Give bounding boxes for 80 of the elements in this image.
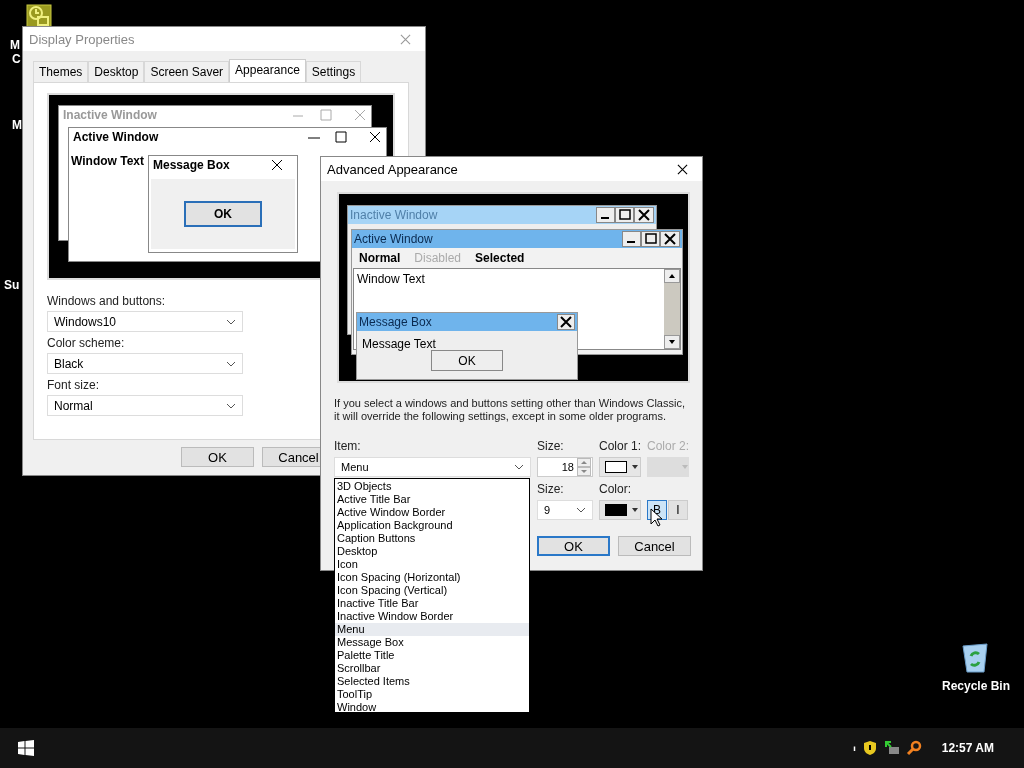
cancel-button[interactable]: Cancel — [618, 536, 691, 556]
field-label: Item: — [334, 439, 361, 453]
window-title: Message Box — [359, 315, 432, 329]
tab[interactable]: Settings — [305, 61, 362, 82]
window-title: Message Box — [153, 158, 230, 172]
shield-icon[interactable] — [861, 740, 878, 756]
tab[interactable]: Screen Saver — [144, 61, 230, 82]
color-picker[interactable] — [599, 500, 641, 520]
list-item[interactable]: Icon Spacing (Horizontal) — [335, 571, 529, 584]
list-item[interactable]: Menu — [335, 623, 529, 636]
list-item[interactable]: ToolTip — [335, 688, 529, 701]
windows-logo-icon[interactable] — [18, 740, 34, 756]
recycle-bin-icon[interactable] — [960, 642, 990, 674]
ok-button[interactable]: OK — [184, 201, 262, 227]
chevron-icon — [226, 360, 236, 367]
window-title: Advanced Appearance — [327, 161, 458, 177]
list-item[interactable]: Desktop — [335, 545, 529, 558]
list-item[interactable]: Inactive Window Border — [335, 610, 529, 623]
field-label: Color: — [599, 482, 632, 496]
desktop-icon-label: Su — [4, 278, 20, 292]
tab[interactable]: Desktop — [88, 61, 145, 82]
field-label: Windows and buttons: — [47, 294, 166, 308]
field-label: Size: — [537, 439, 565, 453]
dropdown[interactable]: Black — [47, 353, 243, 374]
font-size-dropdown[interactable]: 9 — [537, 500, 593, 520]
caption-buttons-icon — [306, 131, 382, 143]
field-label: Color scheme: — [47, 336, 125, 350]
chevron-icon — [226, 318, 236, 325]
desktop-icon-label: M — [10, 38, 20, 52]
list-item[interactable]: Icon — [335, 558, 529, 571]
chevron-icon — [514, 464, 524, 470]
list-item[interactable]: Active Window Border — [335, 506, 529, 519]
list-item[interactable]: Scrollbar — [335, 662, 529, 675]
dropdown[interactable]: Windows10 — [47, 311, 243, 332]
ok-button[interactable]: OK — [537, 536, 610, 556]
window-text: Window Text — [357, 272, 425, 286]
field-label: Font size: — [47, 378, 100, 392]
window-title: Inactive Window — [350, 208, 438, 222]
network-icon[interactable] — [883, 740, 900, 756]
search-icon[interactable] — [905, 740, 922, 756]
desktop-icon-label: M — [12, 118, 22, 132]
color-picker[interactable] — [647, 457, 690, 477]
color-picker[interactable] — [599, 457, 641, 477]
clock[interactable]: 12:57 AM — [941, 741, 994, 755]
list-item[interactable]: Caption Buttons — [335, 532, 529, 545]
tab[interactable]: Themes — [33, 61, 89, 82]
desktop-icon-label: Recycle Bin — [942, 679, 1011, 693]
ok-button[interactable]: OK — [181, 447, 254, 467]
desktop-icon-label: C — [12, 52, 21, 66]
chevron-icon — [576, 507, 586, 513]
chevron-icon — [226, 402, 236, 409]
list-item[interactable]: Window — [335, 701, 529, 714]
size-spinner[interactable]: 18 — [537, 457, 593, 477]
list-item[interactable]: Selected Items — [335, 675, 529, 688]
list-item[interactable]: Palette Title — [335, 649, 529, 662]
list-item[interactable]: 3D Objects — [335, 480, 529, 493]
caption-buttons-icon — [291, 109, 367, 121]
tab[interactable]: Appearance — [229, 59, 306, 82]
italic-toggle[interactable]: I — [668, 500, 688, 520]
close-icon — [271, 159, 283, 171]
list-item[interactable]: Inactive Title Bar — [335, 597, 529, 610]
window-title: Active Window — [354, 232, 433, 246]
item-dropdown[interactable]: Menu — [334, 457, 531, 477]
list-item[interactable]: Application Background — [335, 519, 529, 532]
window-title: Display Properties — [29, 31, 135, 47]
window-title: Active Window — [73, 130, 159, 144]
list-item[interactable]: Active Title Bar — [335, 493, 529, 506]
dropdown[interactable]: Normal — [47, 395, 243, 416]
message-text: Message Text — [362, 337, 436, 351]
note-text: If you select a windows and buttons setting other than Windows Classic, it will override the following settings, except in some older programs. — [334, 397, 686, 423]
window-title: Inactive Window — [63, 108, 157, 122]
clock-document-icon[interactable] — [26, 4, 52, 28]
close-icon[interactable] — [677, 163, 688, 175]
list-item[interactable]: Message Box — [335, 636, 529, 649]
field-label: Color 2: — [647, 439, 690, 453]
list-item[interactable]: Icon Spacing (Vertical) — [335, 584, 529, 597]
field-label: Size: — [537, 482, 565, 496]
ok-button[interactable]: OK — [431, 350, 503, 371]
window-text: Window Text — [71, 154, 144, 168]
field-label: Color 1: — [599, 439, 642, 453]
